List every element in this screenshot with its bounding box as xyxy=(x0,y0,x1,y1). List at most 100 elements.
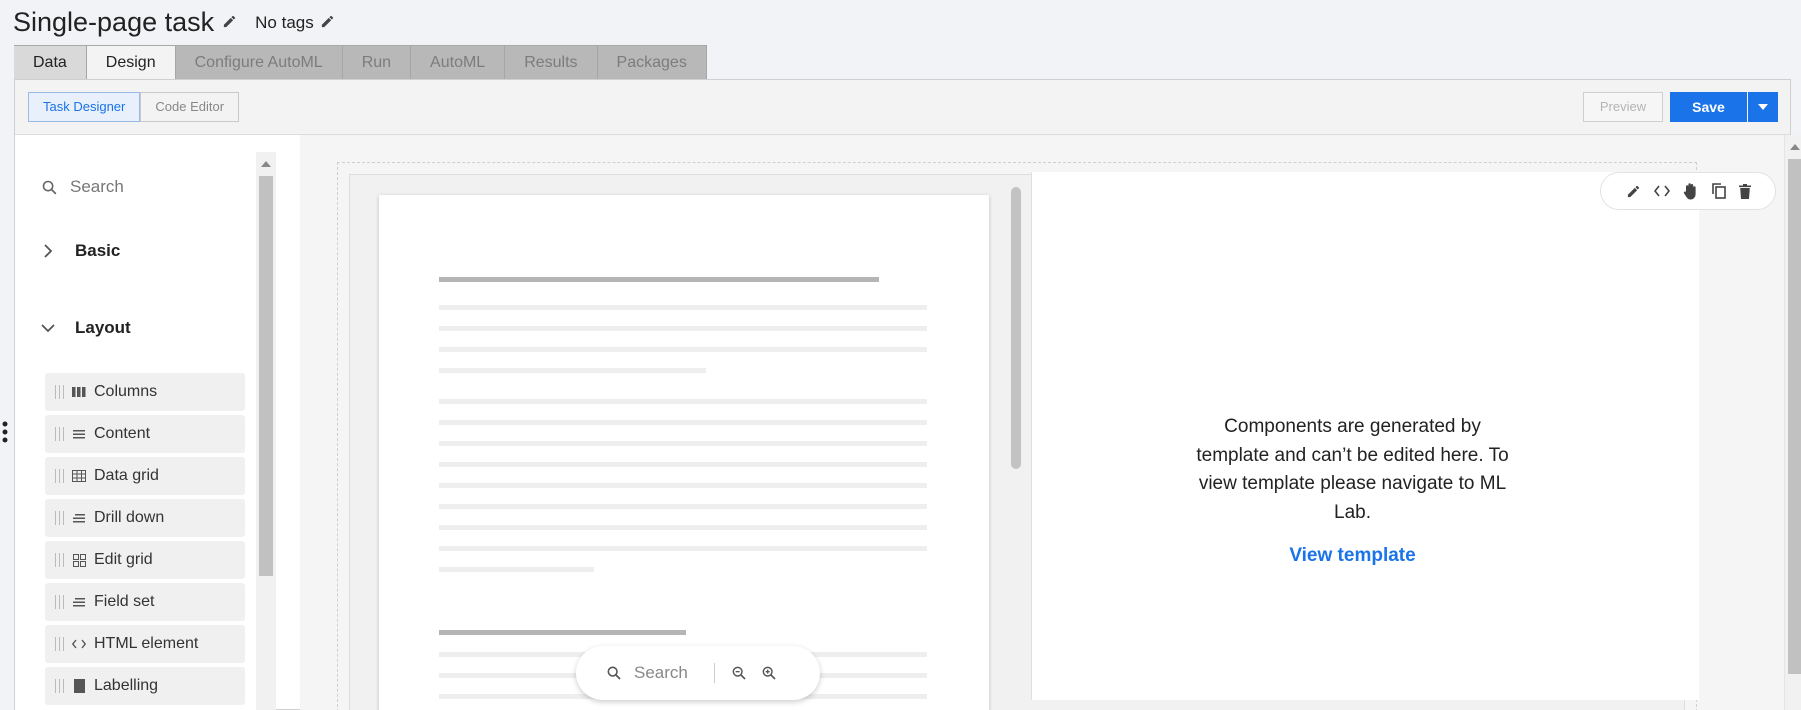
component-data-grid[interactable]: Data grid xyxy=(45,457,245,495)
editor-mode-toggle: Task Designer Code Editor xyxy=(28,92,240,122)
doc-text-line xyxy=(439,462,927,467)
component-columns[interactable]: Columns xyxy=(45,373,245,411)
tags-label: No tags xyxy=(255,13,314,32)
doc-text-line xyxy=(439,305,927,310)
document-preview xyxy=(379,195,989,710)
tab-results[interactable]: Results xyxy=(505,45,598,79)
chevron-right-icon xyxy=(44,244,53,258)
component-actions xyxy=(1600,172,1776,210)
copy-icon[interactable] xyxy=(1711,183,1726,199)
zoom-out-icon[interactable] xyxy=(731,665,747,681)
component-label: Labelling xyxy=(94,677,159,694)
grip-icon xyxy=(55,553,64,567)
group-layout-label: Layout xyxy=(75,318,131,337)
search-icon xyxy=(42,180,57,194)
page-title: Single-page task xyxy=(13,6,215,37)
group-basic[interactable]: Basic xyxy=(41,241,120,261)
sidebar-scroll-thumb[interactable] xyxy=(259,176,273,576)
title-row: Single-page task No tags xyxy=(13,6,335,38)
component-edit-grid[interactable]: Edit grid xyxy=(45,541,245,579)
template-message: Components are generated by template and… xyxy=(1196,416,1509,523)
grip-icon xyxy=(55,637,64,651)
tab-packages[interactable]: Packages xyxy=(597,45,707,79)
layout-items: Columns Content Data grid Drill down Edi xyxy=(45,373,245,709)
doc-text-line xyxy=(439,483,927,488)
main-tabs: Data Design Configure AutoML Run AutoML … xyxy=(14,45,707,79)
data-grid-icon xyxy=(72,469,86,483)
tab-automl[interactable]: AutoML xyxy=(411,45,506,79)
grip-icon xyxy=(55,679,64,693)
save-button[interactable]: Save xyxy=(1670,92,1747,122)
divider xyxy=(714,663,715,683)
component-field-set[interactable]: Field set xyxy=(45,583,245,621)
code-editor-button[interactable]: Code Editor xyxy=(140,92,240,122)
doc-heading-line xyxy=(439,630,686,635)
group-basic-label: Basic xyxy=(75,241,121,260)
tab-data[interactable]: Data xyxy=(14,45,87,79)
doc-text-line xyxy=(439,399,927,404)
content-icon xyxy=(72,427,86,441)
component-label: HTML element xyxy=(94,635,199,652)
component-labelling[interactable]: Labelling xyxy=(45,667,245,705)
grip-icon xyxy=(55,511,64,525)
task-designer-button[interactable]: Task Designer xyxy=(28,92,141,122)
tab-run[interactable]: Run xyxy=(342,45,412,79)
viewer-toolbar: Search xyxy=(576,646,820,700)
document-scrollbar[interactable] xyxy=(1011,187,1021,469)
labelling-icon xyxy=(72,679,86,693)
columns-icon xyxy=(72,385,86,399)
viewer-search-input[interactable]: Search xyxy=(634,663,704,683)
doc-text-line xyxy=(439,420,927,425)
doc-text-line xyxy=(439,368,706,373)
doc-text-line xyxy=(439,347,927,352)
canvas-scrollbar[interactable] xyxy=(1784,135,1801,710)
doc-text-line xyxy=(439,504,927,509)
canvas-scroll-thumb[interactable] xyxy=(1788,159,1801,674)
edit-grid-icon xyxy=(72,553,86,567)
code-icon xyxy=(72,637,86,651)
tab-configure-automl[interactable]: Configure AutoML xyxy=(175,45,343,79)
edit-tags-icon[interactable] xyxy=(320,14,335,34)
edit-title-icon[interactable] xyxy=(222,14,237,34)
tab-design[interactable]: Design xyxy=(86,45,176,79)
drill-down-icon xyxy=(72,511,86,525)
component-search-input[interactable]: Search xyxy=(70,177,124,197)
design-toolbar: Task Designer Code Editor Preview Save xyxy=(15,80,1790,135)
doc-text-line xyxy=(439,567,594,572)
component-content[interactable]: Content xyxy=(45,415,245,453)
doc-text-line xyxy=(439,326,927,331)
view-template-link[interactable]: View template xyxy=(1220,545,1485,567)
design-canvas: Search Components are generated by templ… xyxy=(300,135,1785,710)
doc-text-line xyxy=(439,546,927,551)
delete-icon[interactable] xyxy=(1738,183,1751,199)
zoom-in-icon[interactable] xyxy=(761,665,777,681)
search-icon[interactable] xyxy=(606,665,622,681)
component-label: Data grid xyxy=(94,467,159,484)
caret-down-icon xyxy=(1758,104,1768,110)
component-html-element[interactable]: HTML element xyxy=(45,625,245,663)
design-panel: Task Designer Code Editor Preview Save S… xyxy=(2,79,1801,710)
component-label: Columns xyxy=(94,383,158,400)
scroll-up-icon[interactable] xyxy=(1790,143,1800,150)
scroll-up-icon[interactable] xyxy=(261,160,271,167)
code-icon[interactable] xyxy=(1653,185,1670,197)
drag-handle-icon[interactable] xyxy=(2,420,8,444)
group-layout[interactable]: Layout xyxy=(41,318,131,338)
doc-heading-line xyxy=(439,277,879,282)
edit-icon[interactable] xyxy=(1626,184,1641,199)
component-search[interactable]: Search xyxy=(41,177,124,197)
sidebar-scrollbar[interactable] xyxy=(256,152,276,710)
doc-text-line xyxy=(439,525,927,530)
grip-icon xyxy=(55,595,64,609)
component-label: Drill down xyxy=(94,509,165,526)
component-label: Field set xyxy=(94,593,155,610)
chevron-down-icon xyxy=(41,324,55,333)
component-sidebar: Search Basic Layout Columns Content Data… xyxy=(2,135,276,710)
save-options-button[interactable] xyxy=(1748,92,1778,122)
grip-icon xyxy=(55,427,64,441)
doc-text-line xyxy=(439,441,927,446)
component-label: Content xyxy=(94,425,151,442)
move-hand-icon[interactable] xyxy=(1683,182,1699,200)
component-drill-down[interactable]: Drill down xyxy=(45,499,245,537)
preview-button[interactable]: Preview xyxy=(1583,92,1663,122)
